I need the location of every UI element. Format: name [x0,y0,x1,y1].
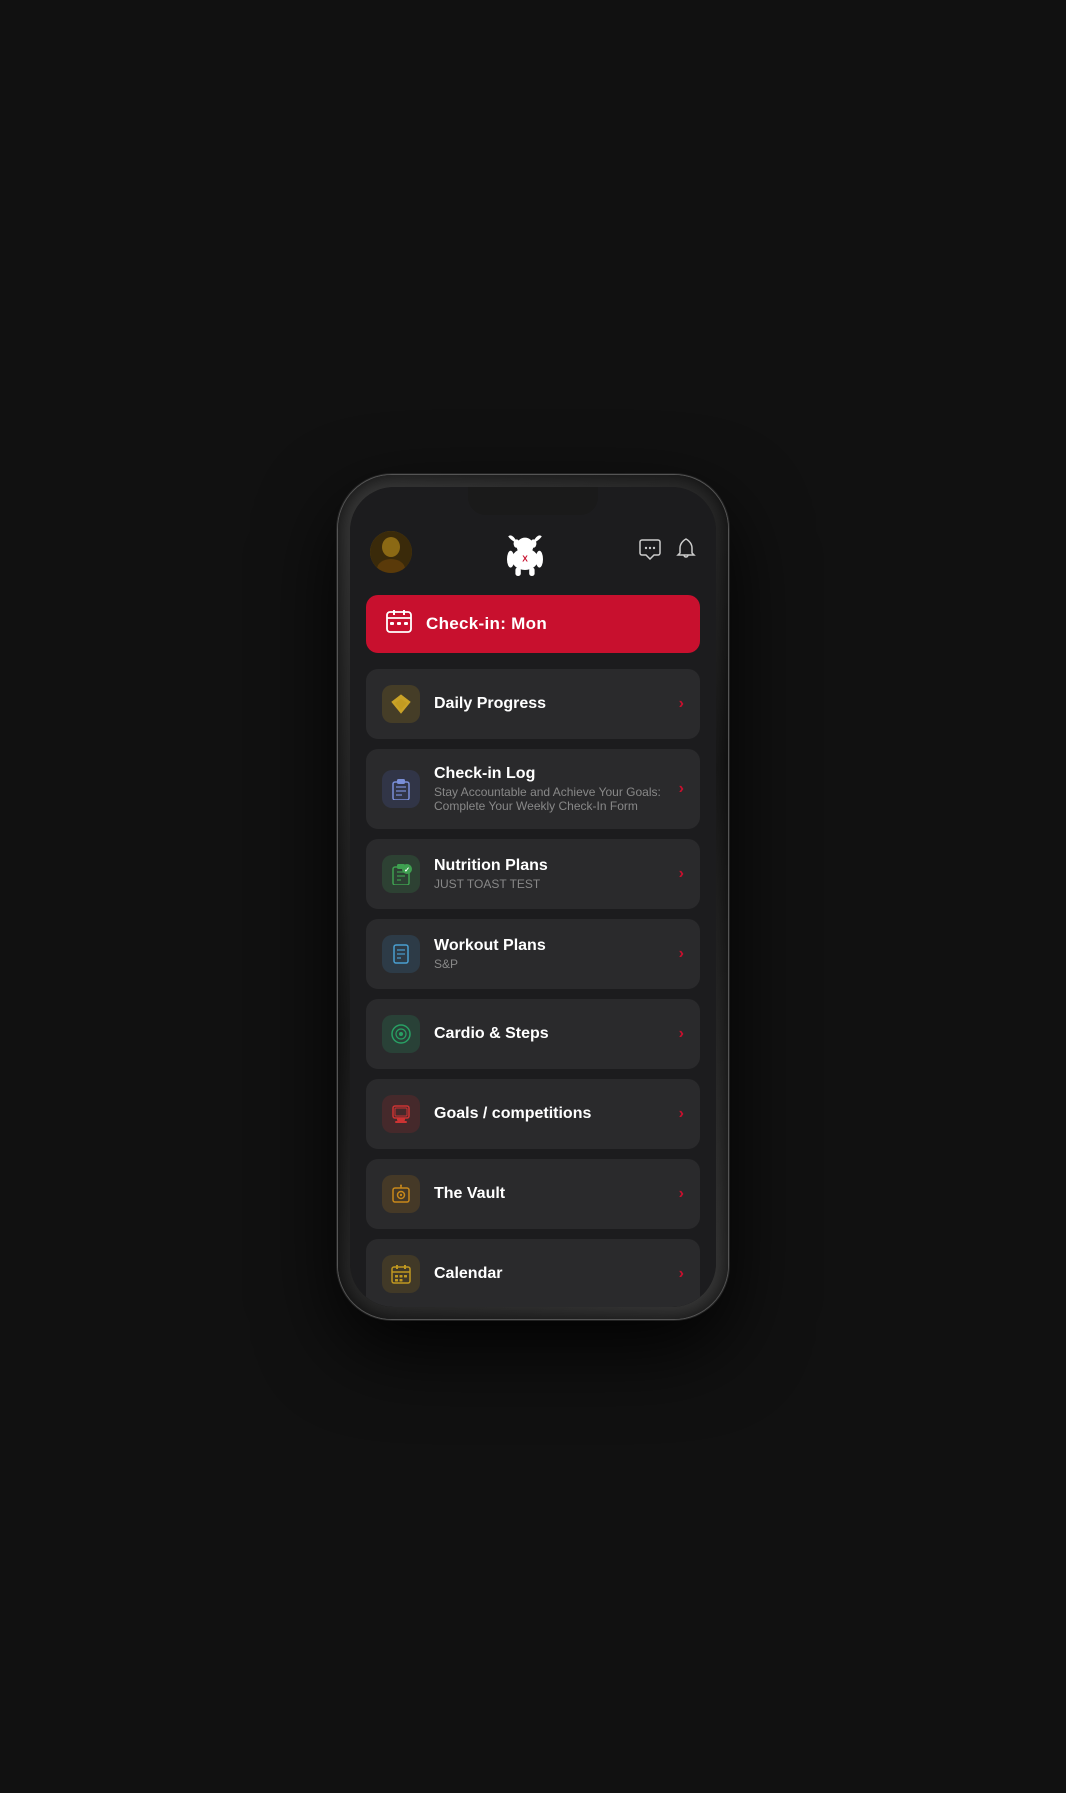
checkin-log-subtitle: Stay Accountable and Achieve Your Goals:… [434,785,665,813]
menu-item-daily-progress[interactable]: Daily Progress › [366,669,700,739]
goals-competitions-title: Goals / competitions [434,1105,665,1123]
daily-progress-content: Daily Progress [434,695,665,713]
menu-item-nutrition-plans[interactable]: ✓ Nutrition Plans JUST TOAST TEST › [366,839,700,909]
checkin-log-title: Check-in Log [434,765,665,783]
checkin-banner[interactable]: Check-in: Mon [366,595,700,653]
calendar-content: Calendar [434,1265,665,1283]
menu-item-calendar[interactable]: Calendar › [366,1239,700,1307]
the-vault-content: The Vault [434,1185,665,1203]
cardio-steps-content: Cardio & Steps [434,1025,665,1043]
phone-inner: X [350,487,716,1307]
the-vault-title: The Vault [434,1185,665,1203]
nutrition-plans-content: Nutrition Plans JUST TOAST TEST [434,857,665,891]
screen: X [350,487,716,1307]
menu-item-workout-plans[interactable]: Workout Plans S&P › [366,919,700,989]
cardio-icon [382,1015,420,1053]
workout-plans-content: Workout Plans S&P [434,937,665,971]
cardio-steps-arrow: › [679,1025,684,1043]
svg-text:X: X [522,553,528,563]
calendar-title: Calendar [434,1265,665,1283]
checkin-log-arrow: › [679,780,684,798]
menu-list: Daily Progress › [350,669,716,1307]
menu-item-checkin-log[interactable]: Check-in Log Stay Accountable and Achiev… [366,749,700,829]
nutrition-plans-subtitle: JUST TOAST TEST [434,877,665,891]
checkin-label: Check-in: Mon [426,614,547,634]
clipboard-icon [382,770,420,808]
cardio-steps-title: Cardio & Steps [434,1025,665,1043]
notch [468,487,598,515]
menu-item-the-vault[interactable]: The Vault › [366,1159,700,1229]
menu-item-cardio-steps[interactable]: Cardio & Steps › [366,999,700,1069]
checkin-log-content: Check-in Log Stay Accountable and Achiev… [434,765,665,813]
vault-icon [382,1175,420,1213]
workout-plans-subtitle: S&P [434,957,665,971]
checkin-calendar-icon [386,609,412,639]
goals-competitions-arrow: › [679,1105,684,1123]
svg-text:✓: ✓ [404,867,410,874]
daily-progress-arrow: › [679,695,684,713]
calendar-icon [382,1255,420,1293]
bell-icon[interactable] [676,537,696,566]
workout-plans-title: Workout Plans [434,937,665,955]
workout-plans-arrow: › [679,945,684,963]
app-logo: X [495,527,555,577]
calendar-arrow: › [679,1265,684,1283]
header-icons [638,537,696,566]
phone-frame: X [338,475,728,1319]
avatar-image [370,531,412,573]
nutrition-icon: ✓ [382,855,420,893]
daily-progress-title: Daily Progress [434,695,665,713]
chat-icon[interactable] [638,538,662,566]
nutrition-plans-arrow: › [679,865,684,883]
nutrition-plans-title: Nutrition Plans [434,857,665,875]
the-vault-arrow: › [679,1185,684,1203]
menu-item-goals-competitions[interactable]: Goals / competitions › [366,1079,700,1149]
diamond-icon [382,685,420,723]
avatar[interactable] [370,531,412,573]
goals-icon [382,1095,420,1133]
goals-competitions-content: Goals / competitions [434,1105,665,1123]
workout-icon [382,935,420,973]
